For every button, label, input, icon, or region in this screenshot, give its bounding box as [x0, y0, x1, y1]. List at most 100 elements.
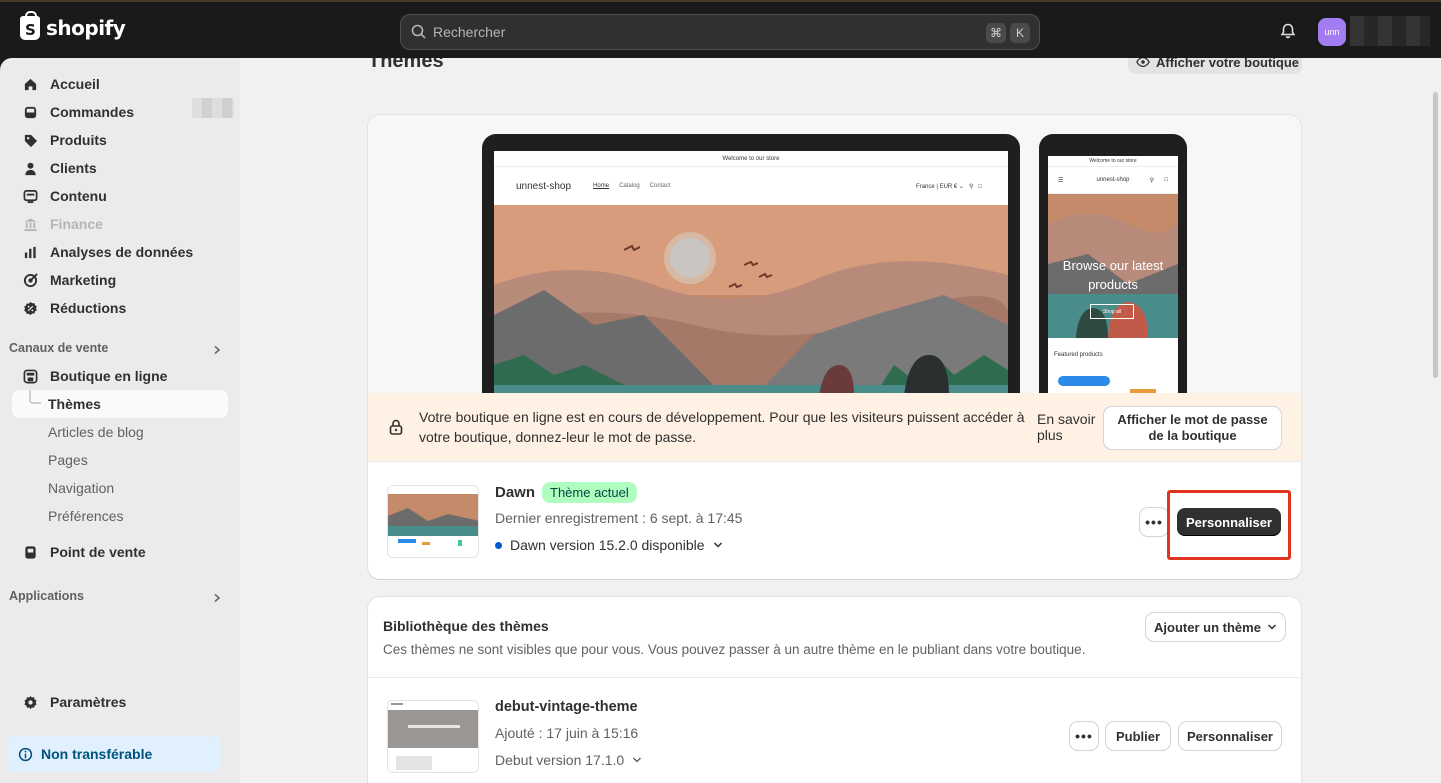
sidebar-item-label: Préférences	[48, 508, 124, 524]
search-placeholder: Rechercher	[433, 24, 506, 40]
store-nav: Home Catalog Contact	[593, 183, 670, 189]
sidebar-item-produits[interactable]: Produits	[12, 126, 228, 154]
sidebar-item-finance[interactable]: Finance	[12, 210, 228, 238]
person-icon	[22, 160, 38, 176]
hero-illustration	[494, 205, 1008, 396]
avatar[interactable]: unn	[1318, 18, 1346, 46]
theme-preview[interactable]: Welcome to our store unnest-shop Home Ca…	[368, 115, 1301, 396]
sidebar-item-blog[interactable]: Articles de blog	[12, 418, 228, 446]
search-icon: ⚲	[1149, 177, 1154, 184]
store-nav-contact: Contact	[649, 183, 671, 189]
debut-thumbnail[interactable]	[387, 700, 479, 773]
sidebar-item-label: Contenu	[50, 188, 107, 204]
library-title: Bibliothèque des thèmes	[383, 618, 549, 634]
sidebar-item-label: Finance	[50, 216, 103, 232]
orders-count-redacted	[192, 98, 234, 118]
shopify-bag-icon: S	[20, 11, 40, 40]
top-bar: S shopify Rechercher ⌘ K unn	[0, 0, 1441, 58]
sidebar-item-contenu[interactable]: Contenu	[12, 182, 228, 210]
mobile-hero-text: Browse our latest products	[1062, 258, 1164, 292]
eye-icon	[1136, 58, 1150, 68]
customize-button[interactable]: Personnaliser	[1179, 722, 1281, 750]
current-theme-name: Dawn	[495, 484, 536, 501]
add-theme-button[interactable]: Ajouter un thème	[1146, 613, 1285, 641]
non-transferable-banner[interactable]: Non transférable	[8, 736, 221, 772]
chevron-right-icon[interactable]	[212, 593, 222, 603]
sidebar-item-label: Point de vente	[50, 544, 146, 560]
sidebar-item-label: Thèmes	[48, 396, 101, 412]
shortcut-cmd: ⌘	[986, 23, 1006, 43]
non-transferable-label: Non transférable	[41, 746, 153, 762]
sidebar-item-settings[interactable]: Paramètres	[12, 688, 228, 716]
development-banner-text: Votre boutique en ligne est en cours de …	[419, 409, 1025, 445]
sidebar-item-themes[interactable]: Thèmes	[12, 390, 228, 418]
more-actions-button[interactable]: •••	[1140, 508, 1168, 536]
search-bar[interactable]: Rechercher ⌘ K	[400, 14, 1040, 50]
sidebar-item-label: Navigation	[48, 480, 115, 496]
sidebar-item-marketing[interactable]: Marketing	[12, 266, 228, 294]
development-banner: Votre boutique en ligne est en cours de …	[368, 393, 1301, 461]
featured-product-block	[1058, 376, 1110, 386]
sidebar-item-navigation[interactable]: Navigation	[12, 474, 228, 502]
page-title: Thèmes	[368, 58, 444, 72]
bell-icon[interactable]	[1280, 23, 1296, 39]
sidebar-item-label: Pages	[48, 452, 88, 468]
library-theme-name: debut-vintage-theme	[495, 699, 638, 715]
sidebar-item-clients[interactable]: Clients	[12, 154, 228, 182]
last-saved-text: Dernier enregistrement : 6 sept. à 17:45	[495, 510, 743, 526]
mobile-preview-screen: Welcome to our store ☰ unnest-shop ⚲ □ B…	[1048, 156, 1178, 396]
apps-heading[interactable]: Applications	[9, 589, 84, 603]
sidebar-item-label: Paramètres	[50, 694, 127, 710]
current-theme-card: Welcome to our store unnest-shop Home Ca…	[368, 115, 1301, 579]
cart-icon: □	[1164, 177, 1168, 183]
sidebar-item-pos[interactable]: Point de vente	[12, 538, 228, 566]
store-name: unnest-shop	[516, 180, 572, 192]
library-theme-version[interactable]: Debut version 17.1.0	[495, 752, 642, 768]
current-theme-row: Dawn Thème actuel Dernier enregistrement…	[368, 461, 1301, 579]
featured-products-heading: Featured products	[1054, 352, 1103, 358]
shopify-logo[interactable]: S shopify	[20, 11, 126, 40]
sidebar-item-online-store[interactable]: Boutique en ligne	[12, 362, 228, 390]
sidebar-item-label: Articles de blog	[48, 424, 144, 440]
divider	[368, 677, 1301, 678]
version-text: Dawn version 15.2.0 disponible	[510, 537, 705, 553]
mobile-header: ☰ unnest-shop ⚲ □	[1048, 167, 1178, 194]
sidebar-item-label: Clients	[50, 160, 97, 176]
store-nav-catalog: Catalog	[619, 183, 640, 189]
show-password-button[interactable]: Afficher le mot de passe de la boutique	[1104, 407, 1281, 449]
sales-channels-heading[interactable]: Canaux de vente	[9, 341, 108, 355]
publish-button[interactable]: Publier	[1106, 722, 1170, 750]
gear-icon	[22, 694, 38, 710]
more-actions-button[interactable]: •••	[1070, 722, 1098, 750]
home-icon	[22, 76, 38, 92]
sidebar-item-reductions[interactable]: Réductions	[12, 294, 228, 322]
shortcut-key: K	[1010, 23, 1030, 43]
chevron-down-icon	[713, 542, 722, 548]
store-name-redacted[interactable]	[1350, 16, 1430, 46]
mobile-announcement: Welcome to our store	[1048, 156, 1178, 167]
sidebar-item-pages[interactable]: Pages	[12, 446, 228, 474]
target-icon	[22, 272, 38, 288]
cart-icon: □	[978, 183, 982, 190]
sidebar-item-label: Commandes	[50, 104, 135, 120]
content-icon	[22, 188, 38, 204]
sidebar: Accueil Commandes Produits Clients Conte…	[0, 58, 240, 783]
shopify-wordmark: shopify	[46, 16, 126, 40]
theme-library-card: Bibliothèque des thèmes Ces thèmes ne so…	[368, 597, 1301, 783]
dawn-thumbnail[interactable]	[387, 485, 479, 558]
main-content: Thèmes Afficher votre boutique Welcome t…	[240, 58, 1441, 783]
info-icon	[18, 747, 33, 761]
scrollbar[interactable]	[1433, 92, 1438, 378]
sidebar-item-label: Boutique en ligne	[50, 368, 168, 384]
tag-icon	[22, 132, 38, 148]
library-theme-added: Ajouté : 17 juin à 15:16	[495, 725, 639, 741]
learn-more-link[interactable]: En savoir plus	[1037, 411, 1103, 443]
version-available[interactable]: Dawn version 15.2.0 disponible	[495, 537, 723, 553]
chevron-right-icon[interactable]	[212, 345, 222, 355]
view-store-button[interactable]: Afficher votre boutique	[1128, 58, 1302, 74]
library-description: Ces thèmes ne sont visibles que pour vou…	[383, 642, 1086, 657]
sidebar-item-analyses[interactable]: Analyses de données	[12, 238, 228, 266]
sidebar-item-preferences[interactable]: Préférences	[12, 502, 228, 530]
inbox-icon	[22, 104, 38, 120]
sidebar-item-accueil[interactable]: Accueil	[12, 70, 228, 98]
